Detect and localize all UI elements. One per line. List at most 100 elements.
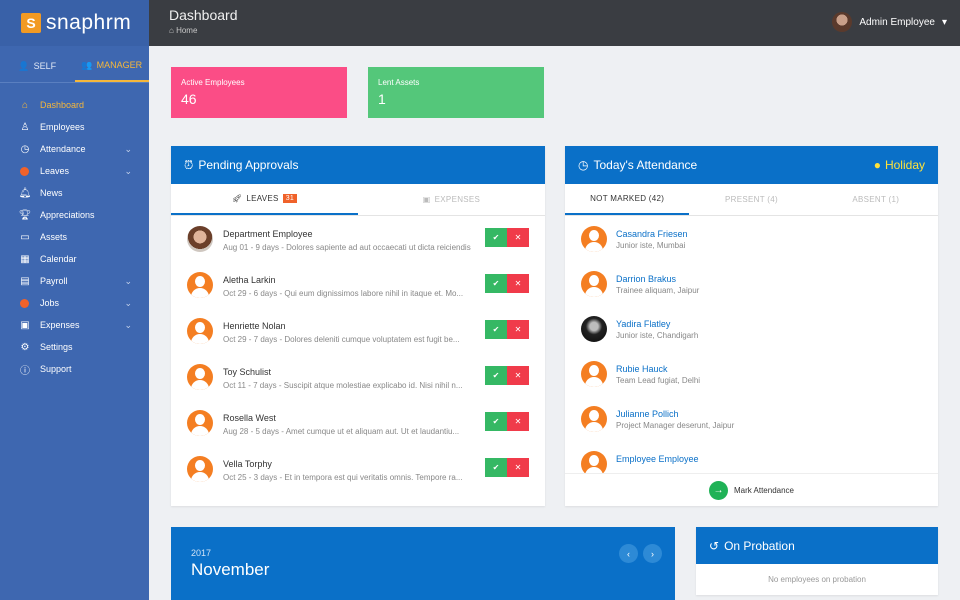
tab-not-marked[interactable]: NOT MARKED (42) bbox=[565, 184, 689, 215]
page-title: Dashboard bbox=[169, 7, 238, 23]
chevron-down-icon: ⌄ bbox=[124, 298, 132, 309]
home-icon: ⌂ bbox=[19, 99, 31, 111]
list-item: Rosella West Aug 28 - 5 days - Amet cumq… bbox=[171, 410, 545, 456]
mark-attendance-button[interactable]: → Mark Attendance bbox=[565, 473, 938, 506]
prev-month-button[interactable]: ‹ bbox=[619, 544, 638, 563]
calendar-month: November bbox=[191, 560, 269, 580]
sidebar-item-appreciations[interactable]: 🏆︎Appreciations bbox=[0, 204, 149, 226]
attendance-panel: ◷ Today's Attendance ● Holiday NOT MARKE… bbox=[565, 146, 938, 506]
panel-header: ◷ Today's Attendance ● Holiday bbox=[565, 146, 938, 184]
tab-absent[interactable]: ABSENT (1) bbox=[814, 184, 938, 215]
brand-logo[interactable]: S snaphrm bbox=[0, 0, 149, 46]
reject-button[interactable]: ✕ bbox=[507, 412, 529, 431]
wallet-icon: ▤ bbox=[19, 275, 31, 287]
chevron-down-icon: ⌄ bbox=[124, 276, 132, 287]
sidebar-item-dashboard[interactable]: ⌂Dashboard bbox=[0, 94, 149, 116]
avatar bbox=[581, 316, 607, 342]
panel-header: ↺ On Probation bbox=[696, 527, 938, 564]
receipt-icon: ▣ bbox=[423, 195, 431, 204]
list-item: Vella Torphy Oct 25 - 3 days - Et in tem… bbox=[171, 456, 545, 502]
sidebar-item-employees[interactable]: ♙Employees bbox=[0, 116, 149, 138]
approve-button[interactable]: ✔ bbox=[485, 320, 507, 339]
sidebar-item-jobs[interactable]: Jobs⌄ bbox=[0, 292, 149, 314]
sidebar-item-news[interactable]: 🔔︎News bbox=[0, 182, 149, 204]
gear-icon: ⚙︎ bbox=[19, 341, 31, 353]
role-tabs: 👤SELF 👥MANAGER bbox=[0, 50, 149, 83]
empty-state: No employees on probation bbox=[696, 575, 938, 584]
approve-button[interactable]: ✔ bbox=[485, 412, 507, 431]
sidebar-item-attendance[interactable]: ◷Attendance⌄ bbox=[0, 138, 149, 160]
sidebar-item-calendar[interactable]: ▦Calendar bbox=[0, 248, 149, 270]
sidebar-item-expenses[interactable]: ▣Expenses⌄ bbox=[0, 314, 149, 336]
approve-button[interactable]: ✔ bbox=[485, 366, 507, 385]
reject-button[interactable]: ✕ bbox=[507, 320, 529, 339]
reject-button[interactable]: ✕ bbox=[507, 366, 529, 385]
tab-manager[interactable]: 👥MANAGER bbox=[75, 50, 150, 82]
users-icon: ♙ bbox=[19, 121, 31, 133]
avatar bbox=[581, 361, 607, 387]
chevron-down-icon: ⌄ bbox=[124, 144, 132, 155]
list-item: Toy Schulist Oct 11 - 7 days - Suscipit … bbox=[171, 364, 545, 410]
dot-icon bbox=[20, 167, 29, 176]
chevron-right-icon: › bbox=[651, 549, 654, 559]
clock-icon: ◷ bbox=[578, 158, 588, 172]
sidebar-item-assets[interactable]: ▭Assets bbox=[0, 226, 149, 248]
breadcrumb[interactable]: ⌂ Home bbox=[169, 26, 197, 35]
avatar bbox=[187, 364, 213, 390]
attendance-tabs: NOT MARKED (42) PRESENT (4) ABSENT (1) bbox=[565, 184, 938, 216]
sidebar-item-leaves[interactable]: Leaves⌄ bbox=[0, 160, 149, 182]
dot-icon bbox=[20, 299, 29, 308]
tab-self[interactable]: 👤SELF bbox=[0, 50, 75, 82]
tab-present[interactable]: PRESENT (4) bbox=[689, 184, 813, 215]
receipt-icon: ▣ bbox=[19, 319, 31, 331]
home-icon: ⌂ bbox=[169, 26, 176, 35]
clock-icon: ◷ bbox=[19, 143, 31, 155]
list-item: Henriette Nolan Oct 29 - 7 days - Dolore… bbox=[171, 318, 545, 364]
chevron-left-icon: ‹ bbox=[627, 549, 630, 559]
reject-button[interactable]: ✕ bbox=[507, 274, 529, 293]
alarm-icon: ⏰︎ bbox=[184, 158, 193, 173]
holiday-status: ● Holiday bbox=[874, 158, 925, 172]
list-item[interactable]: Darrion Brakus Trainee aliquam, Jaipur bbox=[565, 271, 938, 316]
avatar bbox=[187, 226, 213, 252]
sidebar: S snaphrm 👤SELF 👥MANAGER ⌂Dashboard ♙Emp… bbox=[0, 0, 149, 600]
avatar bbox=[581, 226, 607, 252]
reject-button[interactable]: ✕ bbox=[507, 458, 529, 477]
panel-header: ⏰︎ Pending Approvals bbox=[171, 146, 545, 184]
reject-button[interactable]: ✕ bbox=[507, 228, 529, 247]
arrow-right-icon: → bbox=[709, 481, 728, 500]
user-menu[interactable]: Admin Employee ▾ bbox=[832, 12, 947, 32]
calendar-icon: ▦ bbox=[19, 253, 31, 265]
tab-expenses[interactable]: ▣EXPENSES bbox=[358, 184, 545, 215]
user-name: Admin Employee bbox=[859, 17, 935, 28]
help-icon: ⓘ bbox=[19, 363, 31, 375]
next-month-button[interactable]: › bbox=[643, 544, 662, 563]
calendar-year: 2017 bbox=[191, 548, 211, 558]
avatar bbox=[581, 271, 607, 297]
user-icon: 👤 bbox=[18, 61, 29, 72]
avatar bbox=[581, 406, 607, 432]
pending-approvals-panel: ⏰︎ Pending Approvals 🚀︎LEAVES31 ▣EXPENSE… bbox=[171, 146, 545, 506]
sidebar-item-settings[interactable]: ⚙︎Settings bbox=[0, 336, 149, 358]
list-item[interactable]: Julianne Pollich Project Manager deserun… bbox=[565, 406, 938, 451]
caret-down-icon: ▾ bbox=[942, 17, 947, 28]
sidebar-item-payroll[interactable]: ▤Payroll⌄ bbox=[0, 270, 149, 292]
approval-tabs: 🚀︎LEAVES31 ▣EXPENSES bbox=[171, 184, 545, 216]
active-employees-card[interactable]: Active Employees 46 bbox=[171, 67, 347, 118]
lent-assets-card[interactable]: Lent Assets 1 bbox=[368, 67, 544, 118]
approve-button[interactable]: ✔ bbox=[485, 458, 507, 477]
avatar bbox=[832, 12, 852, 32]
list-item[interactable]: Yadira Flatley Junior iste, Chandigarh bbox=[565, 316, 938, 361]
warning-icon: ● bbox=[874, 158, 881, 172]
list-item[interactable]: Casandra Friesen Junior iste, Mumbai bbox=[565, 226, 938, 271]
sidebar-item-support[interactable]: ⓘSupport bbox=[0, 358, 149, 380]
approve-button[interactable]: ✔ bbox=[485, 274, 507, 293]
tab-leaves[interactable]: 🚀︎LEAVES31 bbox=[171, 184, 358, 215]
brand-name: snaphrm bbox=[46, 11, 131, 35]
rocket-icon: 🚀︎ bbox=[232, 194, 242, 203]
list-item: Aletha Larkin Oct 29 - 6 days - Qui eum … bbox=[171, 272, 545, 318]
approve-button[interactable]: ✔ bbox=[485, 228, 507, 247]
list-item[interactable]: Rubie Hauck Team Lead fugiat, Delhi bbox=[565, 361, 938, 406]
trophy-icon: 🏆︎ bbox=[19, 209, 31, 221]
avatar bbox=[187, 410, 213, 436]
